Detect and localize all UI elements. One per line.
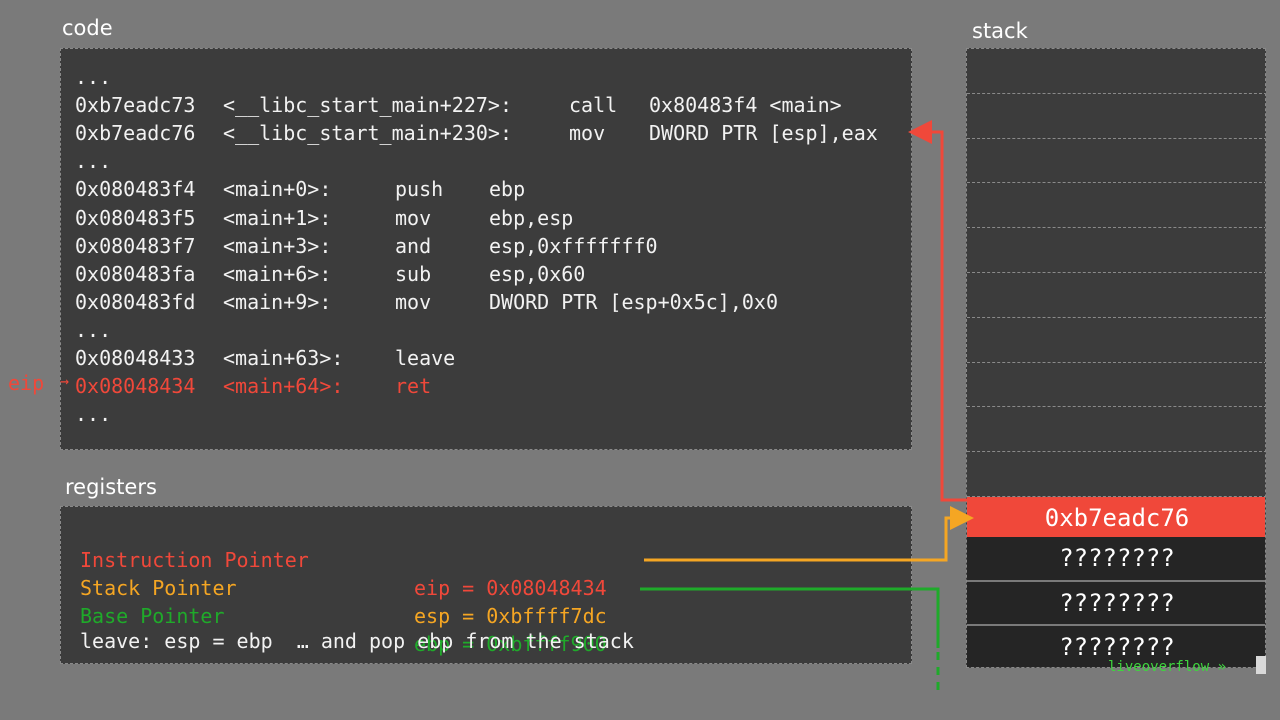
- stack-unknown-cell: ????????: [967, 582, 1265, 626]
- code-op: leave: [395, 346, 456, 370]
- code-op: call: [569, 93, 618, 118]
- code-op: mov: [395, 289, 432, 314]
- code-addr: ...: [75, 317, 112, 342]
- code-op: push: [395, 177, 444, 202]
- code-op: sub: [395, 261, 432, 286]
- stack-empty-cell: [967, 138, 1265, 184]
- code-addr: 0xb7eadc73: [75, 93, 196, 118]
- register-row-ebp: Base Pointer ebp = 0xbffff900: [80, 574, 607, 656]
- code-addr: 0x080483fa: [75, 261, 196, 286]
- code-addr: 0x08048433: [75, 346, 196, 370]
- eip-pointer-arrow-icon: →: [60, 372, 70, 390]
- code-sym: <main+6>:: [223, 261, 332, 286]
- leave-instruction-note: leave: esp = ebp … and pop ebp from the …: [80, 629, 634, 653]
- code-addr: ...: [75, 149, 112, 174]
- registers-panel: Instruction Pointer eip = 0x08048434 Sta…: [60, 506, 912, 664]
- register-value-esp: esp = 0xbffff7dc: [414, 604, 607, 628]
- code-section-title: code: [62, 16, 113, 40]
- code-addr: 0x080483f4: [75, 177, 196, 202]
- stack-empty-cell: [967, 317, 1265, 363]
- stack-empty-cell: [967, 228, 1265, 273]
- code-op: mov: [569, 121, 606, 146]
- code-addr: ...: [75, 65, 112, 89]
- eip-marker-label: eip: [8, 371, 45, 395]
- stack-empty-cell: [967, 273, 1265, 318]
- stack-empty-cell: [967, 183, 1265, 229]
- code-addr: 0x080483f5: [75, 205, 196, 230]
- code-args: ebp,esp: [489, 205, 574, 230]
- code-args: esp,0x60: [489, 261, 586, 286]
- code-args: DWORD PTR [esp+0x5c],0x0: [489, 289, 778, 314]
- stack-empty-cell: [967, 407, 1265, 453]
- code-op: mov: [395, 205, 432, 230]
- register-row-eip: Instruction Pointer eip = 0x08048434: [80, 518, 607, 600]
- code-sym: <main+0>:: [223, 177, 332, 202]
- code-sym: <__libc_start_main+227>:: [223, 93, 512, 118]
- register-name-ebp: Base Pointer: [80, 604, 225, 628]
- code-panel: ... 0xb7eadc73 <__libc_start_main+227>: cal…: [60, 48, 912, 450]
- stack-empty-cell: [967, 362, 1265, 408]
- code-sym: <main+3>:: [223, 233, 332, 258]
- return-address-arrow: [908, 120, 968, 502]
- code-args: esp,0xfffffff0: [489, 233, 658, 258]
- stack-empty-cell: [967, 452, 1265, 497]
- stack-empty-cell: [967, 49, 1265, 94]
- code-sym: <main+64>:: [223, 374, 344, 399]
- stack-panel: 0xb7eadc76 ???????? ???????? ????????: [966, 48, 1266, 668]
- registers-section-title: registers: [65, 475, 157, 499]
- code-sym: <main+63>:: [223, 346, 344, 370]
- code-args: 0x80483f4 <main>: [649, 93, 842, 118]
- code-op: ret: [395, 374, 432, 399]
- code-addr: 0x08048434: [75, 374, 196, 399]
- code-sym: <main+1>:: [223, 205, 332, 230]
- code-op: and: [395, 233, 432, 258]
- code-addr: 0x080483fd: [75, 289, 196, 314]
- stack-unknown-cell: ????????: [967, 537, 1265, 582]
- register-row-esp: Stack Pointer esp = 0xbffff7dc: [80, 546, 607, 628]
- stack-return-address-cell: 0xb7eadc76: [967, 497, 1265, 537]
- code-addr: ...: [75, 402, 112, 427]
- stack-section-title: stack: [972, 19, 1028, 43]
- register-value-eip: eip = 0x08048434: [414, 576, 607, 600]
- code-addr: 0xb7eadc76: [75, 121, 196, 146]
- code-sym: <__libc_start_main+230>:: [223, 121, 512, 146]
- code-addr: 0x080483f7: [75, 233, 196, 258]
- code-args: DWORD PTR [esp],eax: [649, 121, 878, 146]
- watermark: liveoverflow »: [1108, 659, 1227, 675]
- cursor-icon: [1256, 656, 1266, 674]
- code-args: ebp: [489, 177, 526, 202]
- code-sym: <main+9>:: [223, 289, 332, 314]
- stack-empty-cell: [967, 93, 1265, 139]
